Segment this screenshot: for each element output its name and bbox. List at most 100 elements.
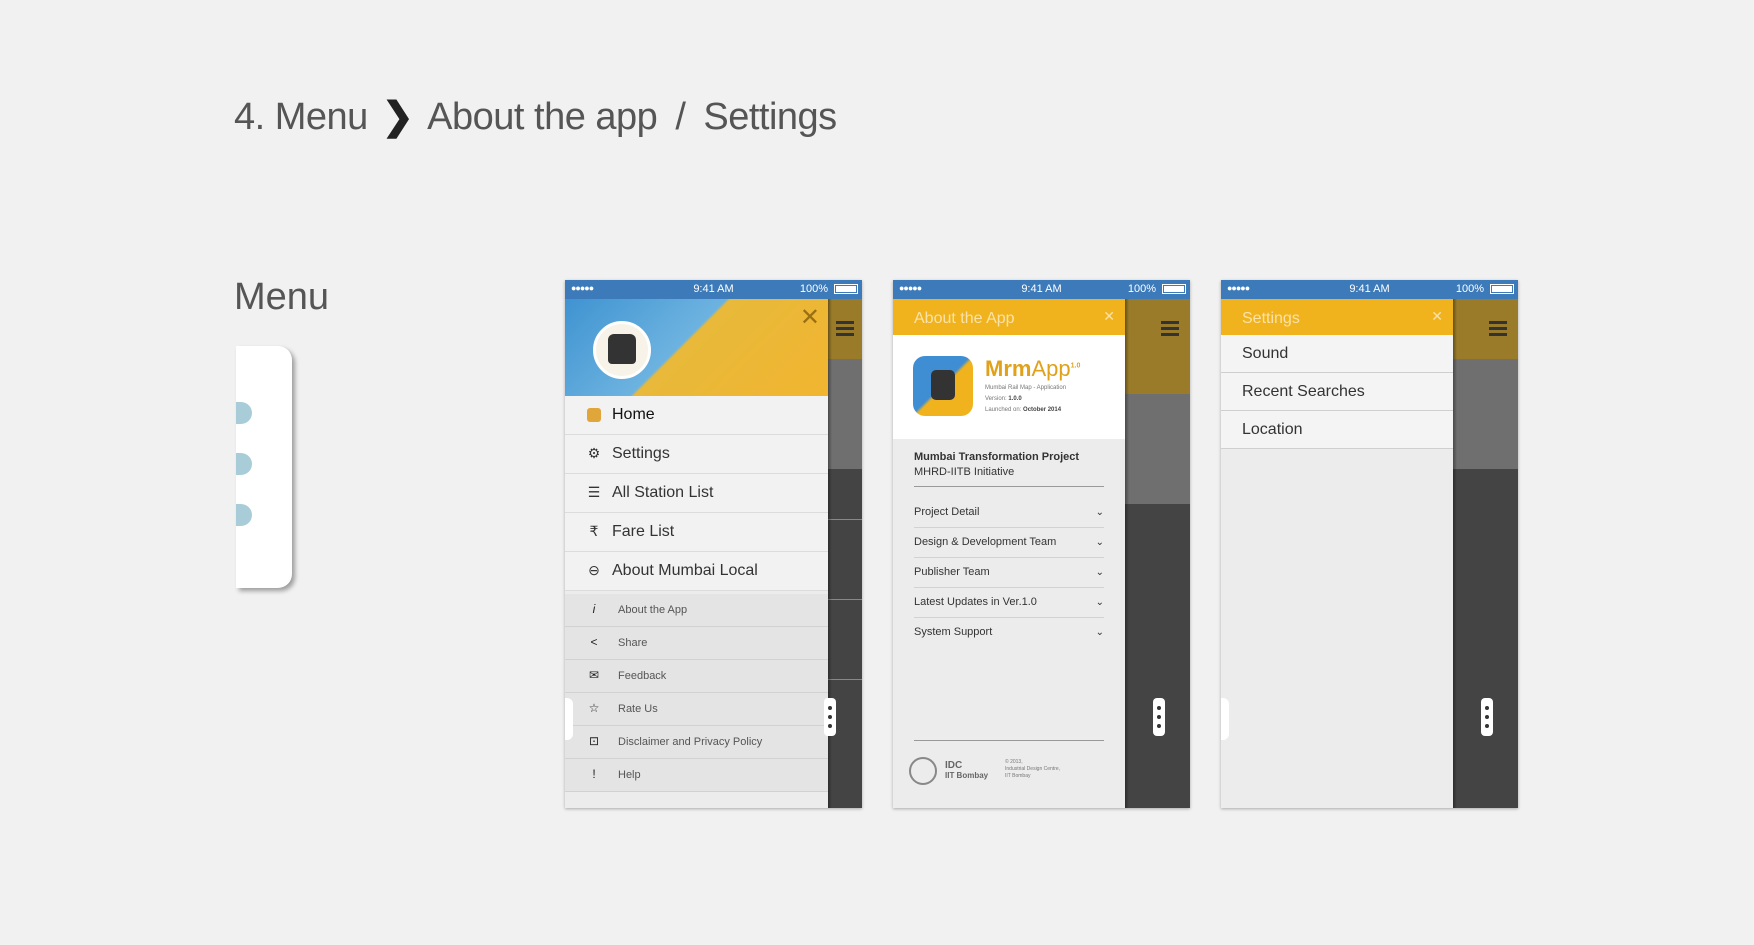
idc-logo-text: IDC IIT Bombay bbox=[945, 760, 989, 781]
menu-item-label: Rate Us bbox=[618, 703, 658, 715]
menu-main-list: Home ⚙ Settings ☰ All Station List ₹ Far… bbox=[565, 396, 828, 591]
menu-item-label: All Station List bbox=[612, 484, 714, 501]
app-logo-icon bbox=[913, 356, 973, 416]
menu-item-rate-us[interactable]: ☆ Rate Us bbox=[565, 693, 828, 726]
settings-title: Settings bbox=[1242, 310, 1300, 327]
menu-item-disclaimer[interactable]: ⊡ Disclaimer and Privacy Policy bbox=[565, 726, 828, 759]
settings-item-recent-searches[interactable]: Recent Searches bbox=[1221, 373, 1453, 411]
chevron-down-icon: ⌄ bbox=[1095, 507, 1104, 518]
home-icon bbox=[587, 408, 601, 422]
hamburger-icon bbox=[1161, 321, 1179, 324]
drawer-pull-handle[interactable] bbox=[565, 698, 573, 740]
menu-item-label: About the App bbox=[618, 604, 688, 616]
status-bar: ●●●●● 9:41 AM 100% bbox=[1221, 280, 1518, 299]
phone-settings: ●●●●● 9:41 AM 100% Settings ✕ Sound Rece… bbox=[1221, 280, 1518, 808]
rail-icon: ⊖ bbox=[588, 562, 600, 578]
exclamation-icon: ! bbox=[592, 767, 596, 781]
app-name: MrmApp1.0 bbox=[985, 356, 1081, 381]
menu-item-share[interactable]: < Share bbox=[565, 627, 828, 660]
menu-item-label: Settings bbox=[612, 445, 670, 462]
menu-item-feedback[interactable]: ✉ Feedback bbox=[565, 660, 828, 693]
battery-percent: 100% bbox=[799, 283, 828, 295]
battery-icon bbox=[1490, 284, 1514, 294]
menu-item-all-station-list[interactable]: ☰ All Station List bbox=[565, 474, 828, 513]
about-panel: About the App ✕ MrmApp1.0 Mumbai Rail Ma… bbox=[893, 299, 1125, 808]
section-label-menu: Menu bbox=[234, 276, 330, 318]
menu-item-about-the-app[interactable]: i About the App bbox=[565, 594, 828, 627]
background-pull-handle[interactable] bbox=[824, 698, 836, 736]
menu-item-about-mumbai-local[interactable]: ⊖ About Mumbai Local bbox=[565, 552, 828, 591]
page-title: 4. Menu ❯ About the app / Settings bbox=[234, 94, 837, 139]
menu-secondary-list: i About the App < Share ✉ Feedback ☆ Rat… bbox=[565, 594, 828, 792]
copyright: © 2013, Industrial Design Centre, IIT Bomb… bbox=[1005, 759, 1061, 779]
hamburger-icon bbox=[836, 321, 854, 324]
title-separator: / bbox=[675, 96, 686, 138]
about-title: About the App bbox=[914, 310, 1015, 327]
status-bar: ●●●●● 9:41 AM 100% bbox=[893, 280, 1190, 299]
app-meta: Mumbai Rail Map - Application Version: 1… bbox=[985, 385, 1067, 413]
list-icon: ☰ bbox=[587, 484, 601, 500]
accordion-project-detail[interactable]: Project Detail ⌄ bbox=[914, 498, 1104, 528]
project-info: Mumbai Transformation Project MHRD-IITB … bbox=[914, 451, 1104, 487]
menu-item-label: Feedback bbox=[618, 670, 667, 682]
idc-footer: IDC IIT Bombay © 2013, Industrial Design C… bbox=[909, 757, 1109, 787]
settings-title-bar: Settings ✕ bbox=[1221, 299, 1453, 335]
close-icon[interactable]: ✕ bbox=[800, 303, 820, 332]
share-icon: < bbox=[590, 635, 598, 649]
menu-item-label: Share bbox=[618, 637, 648, 649]
settings-panel: Settings ✕ Sound Recent Searches Locatio… bbox=[1221, 299, 1453, 808]
drawer-pull-handle[interactable] bbox=[1221, 698, 1229, 740]
about-title-bar: About the App ✕ bbox=[893, 299, 1125, 335]
accordion-latest-updates[interactable]: Latest Updates in Ver.1.0 ⌄ bbox=[914, 588, 1104, 618]
menu-drawer: ✕ Home ⚙ Settings ☰ All Station List ₹ F… bbox=[565, 299, 828, 808]
settings-item-location[interactable]: Location bbox=[1221, 411, 1453, 449]
about-accordion: Project Detail ⌄ Design & Development Tea… bbox=[914, 498, 1104, 647]
info-icon: i bbox=[592, 602, 596, 616]
menu-item-label: Disclaimer and Privacy Policy bbox=[618, 736, 763, 748]
accordion-system-support[interactable]: System Support ⌄ bbox=[914, 618, 1104, 647]
title-about: About the app bbox=[427, 96, 658, 138]
phone-menu: ●●●●● 9:41 AM 100% ✕ Home ⚙ Settings ☰ A… bbox=[565, 280, 862, 808]
handle-dot-icon bbox=[236, 402, 252, 424]
title-step: 4. Menu bbox=[234, 96, 368, 138]
chevron-right-icon: ❯ bbox=[381, 96, 414, 138]
menu-item-help[interactable]: ! Help bbox=[565, 759, 828, 792]
menu-drawer-handle[interactable] bbox=[236, 346, 292, 588]
train-logo-icon bbox=[593, 321, 651, 379]
menu-item-label: Help bbox=[618, 769, 641, 781]
feedback-icon: ✉ bbox=[588, 668, 600, 682]
chevron-down-icon: ⌄ bbox=[1095, 627, 1104, 638]
close-icon[interactable]: ✕ bbox=[1103, 308, 1115, 325]
accordion-publisher-team[interactable]: Publisher Team ⌄ bbox=[914, 558, 1104, 588]
iit-seal-icon bbox=[909, 757, 937, 785]
menu-item-label: About Mumbai Local bbox=[612, 562, 758, 579]
phone-about-app: ●●●●● 9:41 AM 100% About the App ✕ MrmAp… bbox=[893, 280, 1190, 808]
background-pull-handle[interactable] bbox=[1481, 698, 1493, 736]
background-pull-handle[interactable] bbox=[1153, 698, 1165, 736]
app-info-card: MrmApp1.0 Mumbai Rail Map - Application … bbox=[893, 335, 1125, 439]
menu-item-label: Home bbox=[612, 406, 655, 423]
handle-dot-icon bbox=[236, 504, 252, 526]
chevron-down-icon: ⌄ bbox=[1095, 567, 1104, 578]
settings-list: Sound Recent Searches Location bbox=[1221, 335, 1453, 808]
star-icon: ☆ bbox=[588, 701, 600, 715]
about-content: MrmApp1.0 Mumbai Rail Map - Application … bbox=[893, 335, 1125, 808]
handle-dot-icon bbox=[236, 453, 252, 475]
menu-item-settings[interactable]: ⚙ Settings bbox=[565, 435, 828, 474]
menu-item-label: Fare List bbox=[612, 523, 675, 540]
menu-item-fare-list[interactable]: ₹ Fare List bbox=[565, 513, 828, 552]
project-name: Mumbai Transformation Project bbox=[914, 451, 1080, 463]
project-initiative: MHRD-IITB Initiative bbox=[914, 466, 1015, 478]
gear-icon: ⚙ bbox=[587, 445, 601, 461]
status-bar: ●●●●● 9:41 AM 100% bbox=[565, 280, 862, 299]
lock-icon: ⊡ bbox=[588, 734, 600, 748]
chevron-down-icon: ⌄ bbox=[1095, 537, 1104, 548]
hamburger-icon bbox=[1489, 321, 1507, 324]
title-settings: Settings bbox=[703, 96, 837, 138]
chevron-down-icon: ⌄ bbox=[1095, 597, 1104, 608]
accordion-design-team[interactable]: Design & Development Team ⌄ bbox=[914, 528, 1104, 558]
menu-item-home[interactable]: Home bbox=[565, 396, 828, 435]
battery-icon bbox=[834, 284, 858, 294]
close-icon[interactable]: ✕ bbox=[1431, 308, 1443, 325]
settings-item-sound[interactable]: Sound bbox=[1221, 335, 1453, 373]
